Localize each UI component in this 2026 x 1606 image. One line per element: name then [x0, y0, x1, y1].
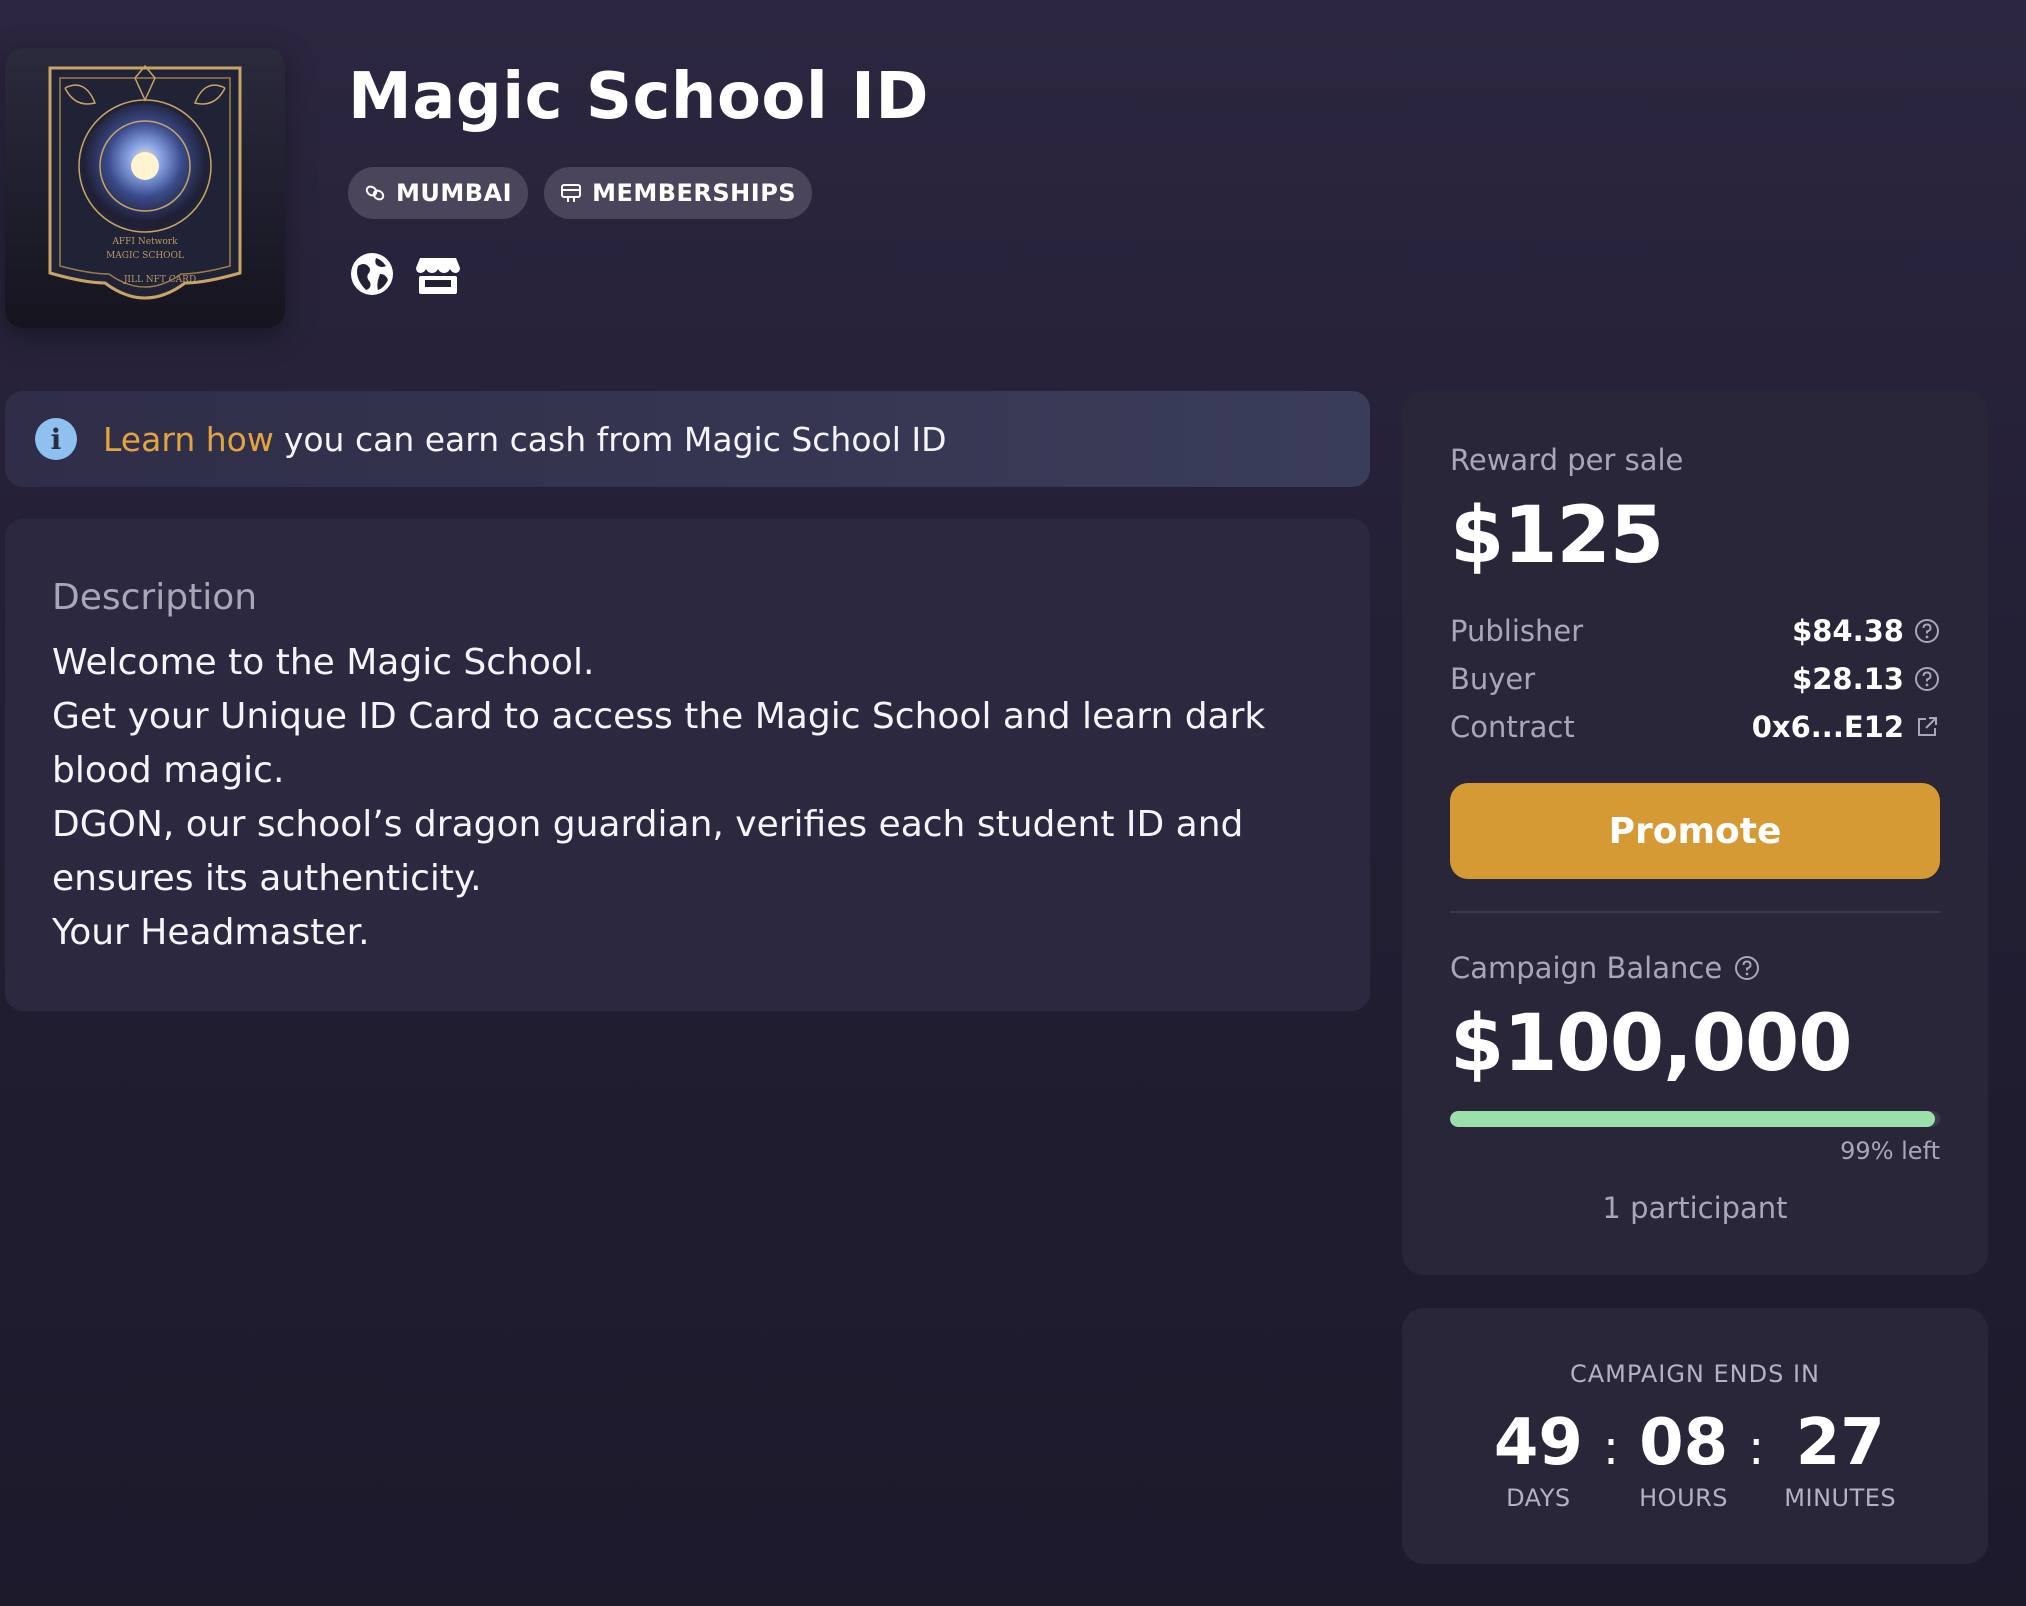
campaign-balance-label: Campaign Balance	[1450, 951, 1940, 985]
publisher-value: $84.38	[1792, 614, 1904, 648]
contract-label: Contract	[1450, 710, 1575, 744]
description-line: DGON, our school’s dragon guardian, veri…	[52, 804, 1244, 899]
countdown-timer: 49 DAYS : 08 HOURS : 27 MINUTES	[1402, 1408, 1988, 1512]
countdown-hours-value: 08	[1639, 1406, 1729, 1480]
countdown-days-label: DAYS	[1506, 1484, 1571, 1512]
help-icon[interactable]	[1734, 955, 1760, 981]
countdown-hours-label: HOURS	[1639, 1484, 1729, 1512]
buyer-label: Buyer	[1450, 662, 1536, 696]
contract-row: Contract 0x6...E12	[1450, 703, 1940, 751]
buyer-value: $28.13	[1792, 662, 1904, 696]
countdown-minutes-label: MINUTES	[1784, 1484, 1897, 1512]
campaign-balance-amount: $100,000	[1450, 999, 1853, 1089]
description-line: Your Headmaster.	[52, 912, 370, 953]
description-text: Welcome to the Magic School. Get your Un…	[52, 636, 1323, 960]
description-label: Description	[52, 577, 258, 618]
tag-category[interactable]: MEMBERSHIPS	[544, 167, 813, 219]
countdown-card: CAMPAIGN ENDS IN 49 DAYS : 08 HOURS : 27…	[1402, 1308, 1988, 1564]
help-icon[interactable]	[1914, 618, 1940, 644]
campaign-progress-text: 99% left	[1840, 1137, 1940, 1165]
external-link-icon[interactable]	[1914, 714, 1940, 740]
tag-network[interactable]: MUMBAI	[348, 167, 529, 219]
countdown-minutes: 27 MINUTES	[1784, 1408, 1896, 1512]
countdown-separator: :	[1602, 1420, 1620, 1476]
contract-address[interactable]: 0x6...E12	[1752, 710, 1904, 744]
campaign-progress-fill	[1450, 1111, 1936, 1127]
buyer-row: Buyer $28.13	[1450, 655, 1940, 703]
reward-breakdown: Publisher $84.38 Buyer $28.13 Contract 0…	[1450, 607, 1940, 751]
link-icon	[364, 182, 386, 204]
countdown-separator: :	[1748, 1420, 1765, 1476]
countdown-days: 49 DAYS	[1494, 1408, 1583, 1512]
membership-card-icon	[560, 182, 582, 204]
storefront-icon[interactable]	[414, 250, 462, 298]
divider	[1450, 911, 1940, 913]
info-banner-text: you can earn cash from Magic School ID	[283, 419, 947, 459]
cover-text-3: JILL NFT CARD	[123, 275, 196, 285]
description-line: Get your Unique ID Card to access the Ma…	[52, 696, 1266, 791]
cover-text-1: AFFI Network	[111, 237, 178, 247]
external-links	[348, 250, 462, 298]
campaign-balance-label-text: Campaign Balance	[1450, 951, 1723, 985]
publisher-label: Publisher	[1450, 614, 1584, 648]
globe-icon[interactable]	[348, 250, 396, 298]
info-banner: i Learn how you can earn cash from Magic…	[5, 391, 1370, 487]
participant-count: 1 participant	[1602, 1191, 1788, 1225]
description-line: Welcome to the Magic School.	[52, 642, 595, 683]
reward-label: Reward per sale	[1450, 443, 1684, 477]
tag-network-label: MUMBAI	[396, 179, 513, 207]
campaign-progress-bar	[1450, 1111, 1940, 1127]
help-icon[interactable]	[1914, 666, 1940, 692]
tag-list: MUMBAI MEMBERSHIPS	[348, 167, 813, 219]
countdown-hours: 08 HOURS	[1639, 1408, 1728, 1512]
campaign-cover-image: AFFI Network MAGIC SCHOOL JILL NFT CARD	[5, 48, 285, 328]
description-card: Description Welcome to the Magic School.…	[5, 519, 1370, 1011]
countdown-minutes-value: 27	[1795, 1406, 1885, 1480]
reward-amount: $125	[1450, 491, 1664, 581]
tag-category-label: MEMBERSHIPS	[592, 179, 797, 207]
learn-how-link[interactable]: Learn how	[103, 420, 274, 459]
campaign-title: Magic School ID	[348, 60, 930, 134]
info-icon: i	[35, 418, 77, 460]
promote-button[interactable]: Promote	[1450, 783, 1940, 879]
countdown-days-value: 49	[1493, 1406, 1583, 1480]
cover-text-2: MAGIC SCHOOL	[106, 251, 184, 261]
countdown-title: CAMPAIGN ENDS IN	[1570, 1360, 1820, 1388]
campaign-header: AFFI Network MAGIC SCHOOL JILL NFT CARD …	[0, 0, 2026, 380]
reward-card: Reward per sale $125 Publisher $84.38 Bu…	[1402, 391, 1988, 1275]
publisher-row: Publisher $84.38	[1450, 607, 1940, 655]
